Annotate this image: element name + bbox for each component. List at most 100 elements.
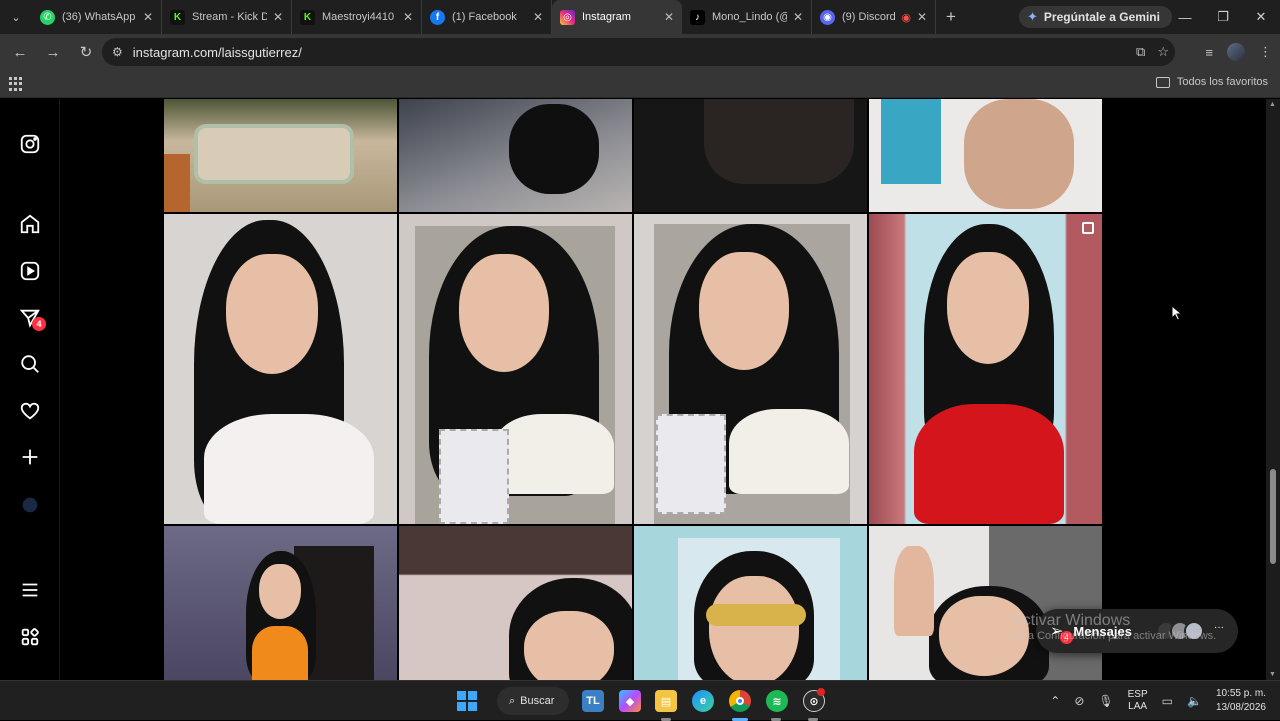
tab-discord[interactable]: ◉ (9) Discord ◉ ✕ — [812, 0, 936, 34]
tab-bar: ⌄ ✆ (36) WhatsApp ✕ K Stream - Kick D ✕ … — [0, 0, 1280, 34]
address-bar[interactable]: ⚙ instagram.com/laissgutierrez/ ⧉ ☆ — [102, 38, 1175, 66]
face-shape — [226, 254, 318, 374]
page-scrollbar[interactable]: ▲ ▼ — [1266, 99, 1280, 680]
instagram-page: 4 ➢ 4 Mensajes ··· Activar Windows Ve a … — [0, 99, 1280, 680]
notification-dot — [817, 688, 825, 696]
tab-title: (9) Discord — [842, 11, 896, 23]
create-plus-icon[interactable] — [18, 445, 42, 469]
face-shape — [259, 564, 301, 619]
chair-shape — [194, 124, 354, 184]
chrome-menu-icon[interactable]: ⋮ — [1259, 44, 1272, 60]
url-text[interactable]: instagram.com/laissgutierrez/ — [133, 45, 302, 60]
face-shape — [939, 596, 1029, 676]
tab-tiktok[interactable]: ♪ Mono_Lindo (@ ✕ — [682, 0, 812, 34]
all-bookmarks-button[interactable]: Todos los favoritos — [1155, 76, 1268, 88]
basket-shape — [656, 414, 726, 514]
tab-facebook[interactable]: f (1) Facebook ✕ — [422, 0, 552, 34]
close-tab-icon[interactable]: ✕ — [533, 10, 543, 24]
edge-icon[interactable]: e — [692, 690, 714, 712]
tab-title: Stream - Kick D — [192, 11, 267, 23]
tab-kick-stream[interactable]: K Stream - Kick D ✕ — [162, 0, 292, 34]
post-thumbnail[interactable] — [164, 526, 397, 680]
scroll-thumb[interactable] — [1270, 469, 1276, 564]
clothing-shape — [204, 414, 374, 524]
camera-off-icon[interactable]: ⊘ — [1074, 694, 1084, 708]
profile-avatar-icon[interactable] — [18, 493, 42, 517]
post-thumbnail[interactable] — [634, 99, 867, 212]
site-info-icon[interactable]: ⚙ — [112, 45, 123, 59]
ask-gemini-button[interactable]: ✦ Pregúntale a Gemini — [1019, 6, 1172, 28]
recording-icon: ◉ — [901, 11, 911, 24]
volume-icon[interactable]: 🔈 — [1187, 694, 1202, 708]
tab-instagram[interactable]: ◎ Instagram ✕ — [552, 0, 682, 34]
minimize-icon[interactable]: — — [1166, 0, 1204, 34]
message-avatars — [1156, 621, 1204, 641]
install-app-icon[interactable]: ⧉ — [1136, 44, 1145, 60]
sunglasses-shape — [706, 604, 806, 626]
tab-title: Instagram — [582, 11, 631, 23]
copilot-icon[interactable]: ◆ — [619, 690, 641, 712]
bookmark-star-icon[interactable]: ☆ — [1157, 44, 1169, 60]
apps-grid-icon[interactable] — [9, 77, 23, 91]
post-thumbnail[interactable] — [399, 526, 632, 680]
face-shape — [699, 252, 789, 370]
post-thumbnail[interactable] — [399, 99, 632, 212]
forward-arrow-icon[interactable]: → — [38, 37, 68, 67]
spotify-icon[interactable]: ≋ — [766, 690, 788, 712]
chrome-icon[interactable] — [729, 690, 751, 712]
close-tab-icon[interactable]: ✕ — [403, 10, 413, 24]
new-tab-button[interactable]: + — [936, 7, 966, 27]
instagram-logo-icon[interactable] — [18, 132, 42, 156]
clothing-shape — [252, 626, 308, 680]
file-explorer-icon[interactable]: ▤ — [655, 690, 677, 712]
kick-icon: K — [300, 9, 315, 25]
clothing-shape — [494, 414, 614, 494]
tl-app-icon[interactable]: TL — [582, 690, 604, 712]
search-icon[interactable] — [18, 352, 42, 376]
close-tab-icon[interactable]: ✕ — [664, 10, 674, 24]
restore-icon[interactable]: ❐ — [1204, 0, 1242, 34]
close-tab-icon[interactable]: ✕ — [793, 10, 803, 24]
reels-icon[interactable] — [18, 259, 42, 283]
profile-avatar[interactable] — [1227, 43, 1245, 61]
more-menu-icon[interactable] — [18, 578, 42, 602]
post-thumbnail[interactable] — [634, 214, 867, 524]
reload-icon[interactable]: ↻ — [71, 37, 101, 67]
close-tab-icon[interactable]: ✕ — [143, 10, 153, 24]
scroll-up-icon[interactable]: ▲ — [1269, 101, 1276, 108]
search-label: Buscar — [520, 695, 555, 707]
network-icon[interactable]: ▭ — [1162, 694, 1173, 708]
scroll-down-icon[interactable]: ▼ — [1269, 671, 1276, 678]
tab-whatsapp[interactable]: ✆ (36) WhatsApp ✕ — [32, 0, 162, 34]
media-queue-icon[interactable]: ≡ — [1205, 45, 1213, 60]
post-thumbnail[interactable] — [399, 214, 632, 524]
back-arrow-icon[interactable]: ← — [5, 37, 35, 67]
post-thumbnail[interactable] — [634, 526, 867, 680]
notifications-heart-icon[interactable] — [18, 399, 42, 423]
tab-kick-maestro[interactable]: K Maestroyi4410 ✕ — [292, 0, 422, 34]
post-thumbnail[interactable] — [164, 214, 397, 524]
language-indicator[interactable]: ESP LAA — [1128, 689, 1148, 713]
taskbar-search[interactable]: ⌕ Buscar — [497, 687, 569, 715]
post-thumbnail[interactable] — [869, 526, 1102, 680]
whatsapp-icon: ✆ — [40, 9, 55, 25]
clock[interactable]: 10:55 p. m. 13/08/2026 — [1216, 687, 1266, 715]
carousel-icon — [1082, 222, 1094, 234]
windows-start-icon[interactable] — [457, 691, 477, 711]
close-window-icon[interactable]: ✕ — [1242, 0, 1280, 34]
also-from-meta-icon[interactable] — [18, 625, 42, 649]
home-icon[interactable] — [18, 212, 42, 236]
messages-floating-button[interactable]: ➢ 4 Mensajes ··· — [1036, 609, 1238, 653]
post-thumbnail[interactable] — [164, 99, 397, 212]
tab-title: (36) WhatsApp — [62, 11, 136, 23]
facebook-icon: f — [430, 9, 445, 25]
post-thumbnail[interactable] — [869, 99, 1102, 212]
hand-shape — [964, 99, 1074, 209]
tab-search-chevron-icon[interactable]: ⌄ — [0, 0, 32, 34]
post-thumbnail[interactable] — [869, 214, 1102, 524]
tray-overflow-chevron-icon[interactable]: ⌃ — [1050, 694, 1060, 708]
close-tab-icon[interactable]: ✕ — [273, 10, 283, 24]
microphone-icon[interactable]: 🎙 — [1098, 694, 1113, 708]
close-tab-icon[interactable]: ✕ — [917, 10, 927, 24]
gemini-label: Pregúntale a Gemini — [1043, 10, 1160, 24]
